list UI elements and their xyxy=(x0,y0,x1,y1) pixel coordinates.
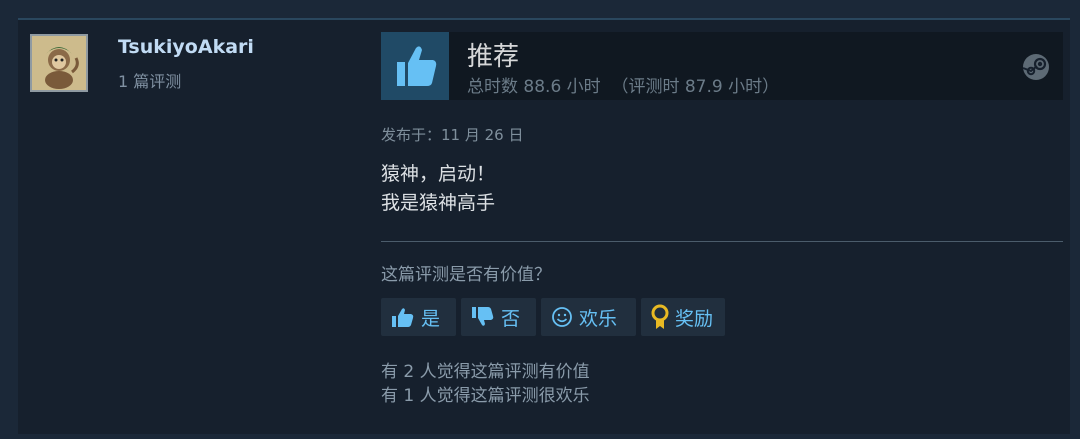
thumbs-up-icon xyxy=(381,32,449,100)
review-line: 我是猿神高手 xyxy=(381,192,496,214)
recommendation-title[interactable]: 推荐 xyxy=(467,36,519,73)
award-label: 奖励 xyxy=(675,307,714,330)
vote-no-button[interactable]: 否 xyxy=(461,298,536,336)
award-medal-icon xyxy=(651,304,669,330)
review-line: 猿神，启动！ xyxy=(381,163,496,185)
review-card: TsukiyoAkari 1 篇评测 推荐 总时数 88.6 小时 （评测时 8… xyxy=(18,18,1070,434)
persona-name[interactable]: TsukiyoAkari xyxy=(118,36,254,58)
vote-yes-label: 是 xyxy=(421,307,441,330)
vote-no-label: 否 xyxy=(501,307,521,330)
hours-played: 总时数 88.6 小时 （评测时 87.9 小时） xyxy=(467,77,780,97)
vote-funny-button[interactable]: 欢乐 xyxy=(541,298,636,336)
funny-count-text: 有 1 人觉得这篇评测很欢乐 xyxy=(381,386,590,406)
helpful-count-text: 有 2 人觉得这篇评测有价值 xyxy=(381,362,590,382)
steam-icon xyxy=(1021,52,1051,86)
review-author: TsukiyoAkari 1 篇评测 xyxy=(30,34,360,96)
vote-yes-button[interactable]: 是 xyxy=(381,298,456,336)
vote-header: 推荐 总时数 88.6 小时 （评测时 87.9 小时） xyxy=(381,32,1063,100)
helpful-question: 这篇评测是否有价值？ xyxy=(381,265,551,285)
thumbs-up-icon xyxy=(391,306,415,328)
avatar[interactable] xyxy=(30,34,88,92)
avatar-image xyxy=(32,36,86,90)
review-content: 猿神，启动！ 我是猿神高手 xyxy=(381,160,495,218)
smiley-icon xyxy=(551,306,573,328)
vote-funny-label: 欢乐 xyxy=(579,307,618,330)
thumbs-down-icon xyxy=(471,306,495,328)
award-button[interactable]: 奖励 xyxy=(641,298,725,336)
vote-stats: 有 2 人觉得这篇评测有价值 有 1 人觉得这篇评测很欢乐 xyxy=(381,360,590,408)
divider xyxy=(381,241,1063,242)
posted-date: 发布于：11 月 26 日 xyxy=(381,126,524,144)
review-count[interactable]: 1 篇评测 xyxy=(118,68,181,92)
